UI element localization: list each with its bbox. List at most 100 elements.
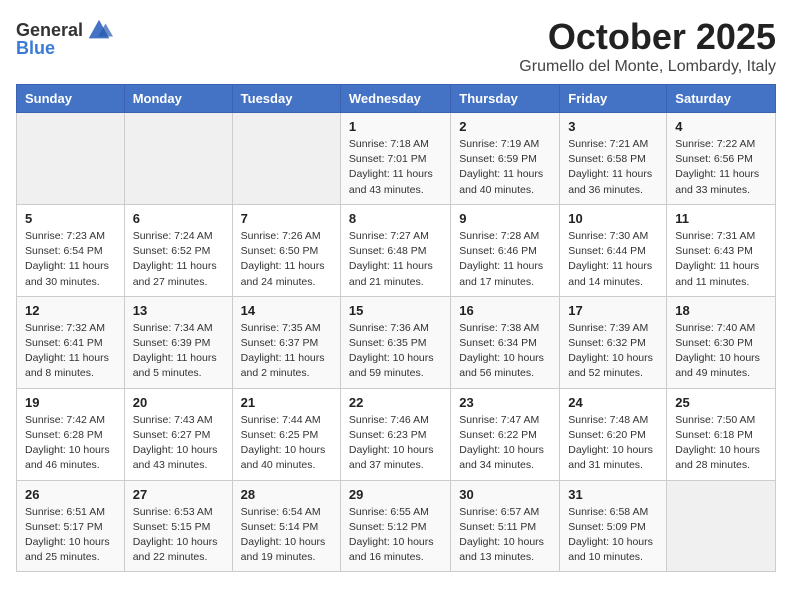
col-header-thursday: Thursday [451, 85, 560, 113]
day-cell: 1Sunrise: 7:18 AM Sunset: 7:01 PM Daylig… [340, 113, 450, 205]
day-cell: 20 Sunrise: 7:43 AM Sunset: 6:27 PM Dayli… [124, 388, 232, 480]
day-number: 12 [25, 303, 116, 318]
day-cell [17, 113, 125, 205]
week-row-3: 12Sunrise: 7:32 AM Sunset: 6:41 PM Dayli… [17, 296, 776, 388]
day-cell: 25Sunrise: 7:50 AM Sunset: 6:18 PM Dayli… [667, 388, 776, 480]
day-info: Sunrise: 7:44 AM Sunset: 6:25 PM Dayligh… [241, 413, 332, 474]
day-number: 28 [241, 487, 332, 502]
day-cell: 31 Sunrise: 6:58 AM Sunset: 5:09 PM Dayli… [560, 480, 667, 572]
calendar-header-row: SundayMondayTuesdayWednesdayThursdayFrid… [17, 85, 776, 113]
day-number: 13 [133, 303, 224, 318]
week-row-2: 5 Sunrise: 7:23 AM Sunset: 6:54 PM Daylig… [17, 204, 776, 296]
day-cell: 18Sunrise: 7:40 AM Sunset: 6:30 PM Dayli… [667, 296, 776, 388]
day-number: 10 [568, 211, 658, 226]
day-info: Sunrise: 7:19 AM Sunset: 6:59 PM Dayligh… [459, 137, 551, 198]
day-cell: 12Sunrise: 7:32 AM Sunset: 6:41 PM Dayli… [17, 296, 125, 388]
day-info: Sunrise: 7:24 AM Sunset: 6:52 PM Dayligh… [133, 229, 224, 290]
day-number: 24 [568, 395, 658, 410]
day-cell: 15Sunrise: 7:36 AM Sunset: 6:35 PM Dayli… [340, 296, 450, 388]
day-cell: 17 Sunrise: 7:39 AM Sunset: 6:32 PM Dayli… [560, 296, 667, 388]
day-number: 21 [241, 395, 332, 410]
day-number: 11 [675, 211, 767, 226]
day-cell: 10Sunrise: 7:30 AM Sunset: 6:44 PM Dayli… [560, 204, 667, 296]
day-number: 31 [568, 487, 658, 502]
day-cell [232, 113, 340, 205]
day-cell: 14 Sunrise: 7:35 AM Sunset: 6:37 PM Dayli… [232, 296, 340, 388]
day-info: Sunrise: 7:18 AM Sunset: 7:01 PM Dayligh… [349, 137, 442, 198]
day-cell [124, 113, 232, 205]
day-cell: 27Sunrise: 6:53 AM Sunset: 5:15 PM Dayli… [124, 480, 232, 572]
day-number: 25 [675, 395, 767, 410]
day-number: 20 [133, 395, 224, 410]
day-number: 15 [349, 303, 442, 318]
logo-blue: Blue [16, 38, 55, 59]
day-cell: 7Sunrise: 7:26 AM Sunset: 6:50 PM Daylig… [232, 204, 340, 296]
day-number: 26 [25, 487, 116, 502]
day-info: Sunrise: 7:28 AM Sunset: 6:46 PM Dayligh… [459, 229, 551, 290]
day-info: Sunrise: 6:58 AM Sunset: 5:09 PM Dayligh… [568, 505, 658, 566]
day-info: Sunrise: 7:34 AM Sunset: 6:39 PM Dayligh… [133, 321, 224, 382]
day-info: Sunrise: 7:43 AM Sunset: 6:27 PM Dayligh… [133, 413, 224, 474]
day-info: Sunrise: 6:54 AM Sunset: 5:14 PM Dayligh… [241, 505, 332, 566]
day-number: 17 [568, 303, 658, 318]
day-number: 22 [349, 395, 442, 410]
day-info: Sunrise: 7:27 AM Sunset: 6:48 PM Dayligh… [349, 229, 442, 290]
day-number: 9 [459, 211, 551, 226]
col-header-tuesday: Tuesday [232, 85, 340, 113]
day-cell: 24 Sunrise: 7:48 AM Sunset: 6:20 PM Dayli… [560, 388, 667, 480]
day-info: Sunrise: 6:51 AM Sunset: 5:17 PM Dayligh… [25, 505, 116, 566]
day-cell: 4 Sunrise: 7:22 AM Sunset: 6:56 PM Daylig… [667, 113, 776, 205]
day-info: Sunrise: 7:48 AM Sunset: 6:20 PM Dayligh… [568, 413, 658, 474]
day-cell: 22 Sunrise: 7:46 AM Sunset: 6:23 PM Dayli… [340, 388, 450, 480]
day-info: Sunrise: 7:42 AM Sunset: 6:28 PM Dayligh… [25, 413, 116, 474]
day-info: Sunrise: 7:46 AM Sunset: 6:23 PM Dayligh… [349, 413, 442, 474]
day-cell: 30Sunrise: 6:57 AM Sunset: 5:11 PM Dayli… [451, 480, 560, 572]
day-number: 4 [675, 119, 767, 134]
day-info: Sunrise: 6:55 AM Sunset: 5:12 PM Dayligh… [349, 505, 442, 566]
day-number: 7 [241, 211, 332, 226]
day-cell: 2 Sunrise: 7:19 AM Sunset: 6:59 PM Daylig… [451, 113, 560, 205]
day-info: Sunrise: 7:35 AM Sunset: 6:37 PM Dayligh… [241, 321, 332, 382]
day-number: 3 [568, 119, 658, 134]
page-header: General Blue October 2025 Grumello del M… [16, 16, 776, 76]
logo-icon [85, 16, 113, 44]
week-row-1: 1Sunrise: 7:18 AM Sunset: 7:01 PM Daylig… [17, 113, 776, 205]
day-cell [667, 480, 776, 572]
day-info: Sunrise: 7:40 AM Sunset: 6:30 PM Dayligh… [675, 321, 767, 382]
day-info: Sunrise: 7:31 AM Sunset: 6:43 PM Dayligh… [675, 229, 767, 290]
calendar-table: SundayMondayTuesdayWednesdayThursdayFrid… [16, 84, 776, 572]
title-section: October 2025 Grumello del Monte, Lombard… [519, 16, 776, 76]
day-number: 2 [459, 119, 551, 134]
day-cell: 29Sunrise: 6:55 AM Sunset: 5:12 PM Dayli… [340, 480, 450, 572]
logo: General Blue [16, 16, 113, 59]
day-info: Sunrise: 7:23 AM Sunset: 6:54 PM Dayligh… [25, 229, 116, 290]
day-info: Sunrise: 7:21 AM Sunset: 6:58 PM Dayligh… [568, 137, 658, 198]
day-number: 16 [459, 303, 551, 318]
day-cell: 13 Sunrise: 7:34 AM Sunset: 6:39 PM Dayli… [124, 296, 232, 388]
day-cell: 3 Sunrise: 7:21 AM Sunset: 6:58 PM Daylig… [560, 113, 667, 205]
day-cell: 8Sunrise: 7:27 AM Sunset: 6:48 PM Daylig… [340, 204, 450, 296]
day-info: Sunrise: 7:38 AM Sunset: 6:34 PM Dayligh… [459, 321, 551, 382]
day-number: 30 [459, 487, 551, 502]
day-cell: 16 Sunrise: 7:38 AM Sunset: 6:34 PM Dayli… [451, 296, 560, 388]
week-row-5: 26 Sunrise: 6:51 AM Sunset: 5:17 PM Dayli… [17, 480, 776, 572]
day-cell: 11 Sunrise: 7:31 AM Sunset: 6:43 PM Dayli… [667, 204, 776, 296]
day-info: Sunrise: 7:22 AM Sunset: 6:56 PM Dayligh… [675, 137, 767, 198]
col-header-saturday: Saturday [667, 85, 776, 113]
month-title: October 2025 [519, 16, 776, 58]
day-cell: 23Sunrise: 7:47 AM Sunset: 6:22 PM Dayli… [451, 388, 560, 480]
day-number: 5 [25, 211, 116, 226]
day-cell: 6 Sunrise: 7:24 AM Sunset: 6:52 PM Daylig… [124, 204, 232, 296]
day-number: 6 [133, 211, 224, 226]
day-number: 23 [459, 395, 551, 410]
col-header-wednesday: Wednesday [340, 85, 450, 113]
col-header-friday: Friday [560, 85, 667, 113]
location-title: Grumello del Monte, Lombardy, Italy [519, 58, 776, 76]
day-cell: 26 Sunrise: 6:51 AM Sunset: 5:17 PM Dayli… [17, 480, 125, 572]
day-number: 14 [241, 303, 332, 318]
day-cell: 19Sunrise: 7:42 AM Sunset: 6:28 PM Dayli… [17, 388, 125, 480]
day-cell: 9 Sunrise: 7:28 AM Sunset: 6:46 PM Daylig… [451, 204, 560, 296]
col-header-sunday: Sunday [17, 85, 125, 113]
day-info: Sunrise: 7:39 AM Sunset: 6:32 PM Dayligh… [568, 321, 658, 382]
day-number: 27 [133, 487, 224, 502]
